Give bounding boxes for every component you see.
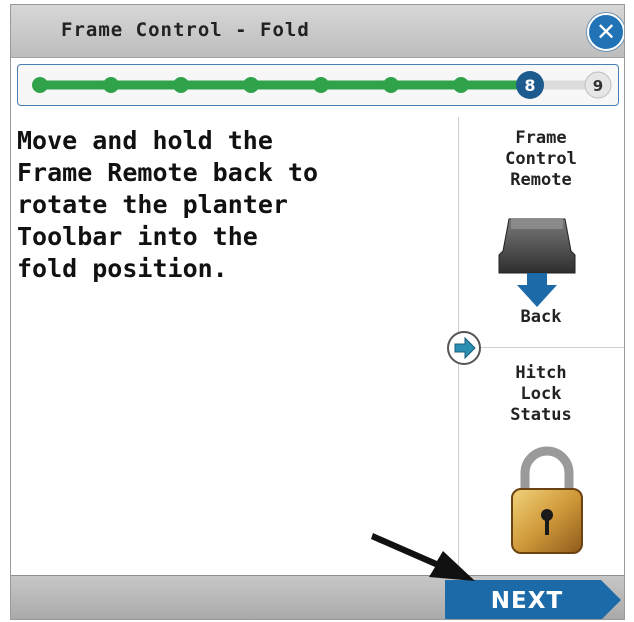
hitch-panel-label: Hitch Lock Status	[510, 363, 572, 425]
right-arrow-icon	[447, 331, 481, 365]
panel-divider-horizontal	[458, 347, 624, 348]
step-dot-1	[32, 77, 48, 93]
page-title: Frame Control - Fold	[61, 19, 310, 41]
instruction-text: Move and hold the Frame Remote back to r…	[17, 126, 319, 283]
close-button[interactable]: ✕	[587, 13, 624, 51]
remote-action-label: Back	[520, 307, 562, 327]
step-progress-track: 8 9	[32, 71, 612, 99]
step-dot-6	[383, 77, 399, 93]
remote-panel-label: Frame Control Remote	[505, 128, 577, 190]
pointer-arrow-icon	[371, 533, 475, 581]
step-dot-2	[103, 77, 119, 93]
wizard-screen: Frame Control - Fold ✕ 8 9 Move and hold…	[10, 4, 625, 620]
step-dot-7	[453, 77, 469, 93]
remote-lever-icon	[498, 218, 576, 307]
step-next-label: 9	[593, 77, 603, 95]
step-current-label: 8	[524, 76, 535, 95]
step-dot-4	[243, 77, 259, 93]
step-progress-bar: 8 9	[17, 64, 619, 106]
step-dot-3	[173, 77, 189, 93]
next-button[interactable]	[445, 579, 623, 620]
step-dot-5	[313, 77, 329, 93]
title-bar: Frame Control - Fold ✕	[11, 5, 624, 58]
padlock-locked-icon	[511, 446, 583, 554]
close-x-icon: ✕	[595, 18, 617, 46]
